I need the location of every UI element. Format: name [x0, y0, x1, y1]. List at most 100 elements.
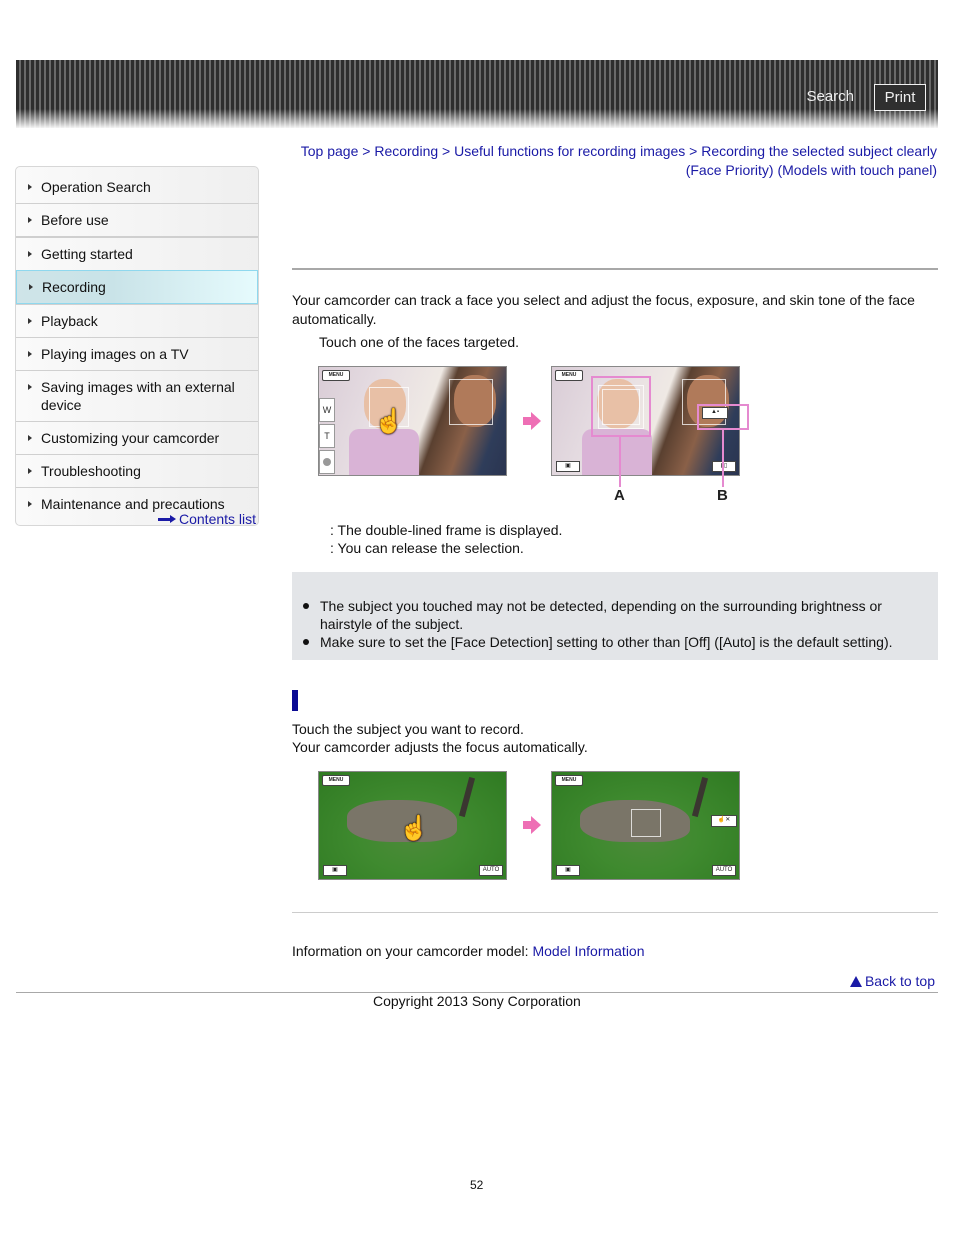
menu-button: MENU [555, 775, 583, 786]
playback-button: ▣ [323, 865, 347, 876]
record-button [319, 450, 335, 474]
arrow-right-icon [158, 515, 176, 523]
breadcrumb-top-page[interactable]: Top page [301, 143, 359, 159]
header-bar: Search Print [16, 60, 938, 128]
sidebar-item-label: Playing images on a TV [41, 346, 189, 362]
sidebar-item-label: Before use [41, 212, 109, 228]
playback-button: ▣ [556, 865, 580, 876]
back-to-top-link[interactable]: Back to top [849, 973, 935, 989]
camcorder-screen-cat-before: MENU ☝ ▣ AUTO [318, 771, 507, 880]
sidebar-item-label: Maintenance and precautions [41, 496, 225, 512]
back-to-top-label: Back to top [864, 973, 935, 989]
contents-list-link[interactable]: Contents list [158, 511, 256, 527]
record-dot-icon [323, 458, 331, 466]
subject-tracking-frame [631, 809, 661, 837]
sidebar-item-playing-on-tv[interactable]: Playing images on a TV [16, 337, 258, 370]
cat-tail [458, 776, 476, 818]
step-1-text: Touch one of the faces targeted. [319, 334, 520, 350]
content-divider [292, 912, 938, 913]
contents-list-label: Contents list [179, 511, 257, 527]
menu-button: MENU [322, 370, 350, 381]
breadcrumb: Top page > Recording > Useful functions … [292, 142, 937, 180]
sidebar-item-label: Saving images with an external device [41, 379, 235, 413]
zoom-w-button: W [319, 398, 335, 422]
triangle-right-icon [28, 435, 32, 441]
model-info-prefix: Information on your camcorder model: [292, 943, 533, 959]
intro-text: Your camcorder can track a face you sele… [292, 292, 915, 327]
legend-b: : You can release the selection. [330, 540, 524, 556]
section2-line1: Touch the subject you want to record. [292, 721, 524, 737]
sidebar-item-label: Operation Search [41, 179, 151, 195]
sidebar-item-label: Playback [41, 313, 98, 329]
breadcrumb-separator: > [685, 143, 702, 159]
camcorder-screen-before: MENU W T ☝ [318, 366, 507, 476]
note-text: The subject you touched may not be detec… [320, 598, 882, 632]
figure-legend: : The double-lined frame is displayed. :… [330, 521, 562, 557]
auto-mode-button: ▮▯ [712, 461, 736, 472]
auto-mode-button: AUTO [712, 865, 736, 876]
model-information-link[interactable]: Model Information [532, 943, 644, 959]
model-info-line: Information on your camcorder model: Mod… [292, 943, 645, 959]
callout-line-a [619, 435, 621, 487]
callout-frame-b [697, 404, 749, 430]
triangle-right-icon [29, 284, 33, 290]
sidebar-item-label: Getting started [41, 246, 133, 262]
sidebar-item-label: Troubleshooting [41, 463, 141, 479]
breadcrumb-useful-functions[interactable]: Useful functions for recording images [454, 143, 685, 159]
cat-tail [691, 776, 709, 818]
sidebar-item-recording[interactable]: Recording [16, 270, 258, 304]
face-frame-man [449, 379, 493, 425]
sidebar-item-troubleshooting[interactable]: Troubleshooting [16, 454, 258, 487]
callout-line-b [722, 428, 724, 487]
sidebar-nav: Operation Search Before use Getting star… [15, 166, 259, 526]
copyright-text: Copyright 2013 Sony Corporation [373, 993, 581, 1009]
note-text: Make sure to set the [Face Detection] se… [320, 634, 893, 650]
menu-button: MENU [555, 370, 583, 381]
breadcrumb-separator: > [438, 143, 455, 159]
touch-hand-icon: ☝ [374, 408, 404, 435]
triangle-up-icon [849, 975, 862, 987]
sidebar-item-before-use[interactable]: Before use [16, 203, 258, 236]
triangle-right-icon [28, 468, 32, 474]
bullet-icon [303, 639, 309, 645]
playback-button: ▣ [556, 461, 580, 472]
sidebar-item-operation-search[interactable]: Operation Search [16, 167, 258, 203]
face-priority-figure: MENU W T ☝ MENU ▲▪ ▣ ▮▯ A B [318, 366, 758, 506]
release-selection-button: ☝✕ [711, 815, 737, 827]
triangle-right-icon [28, 318, 32, 324]
sidebar-item-customizing[interactable]: Customizing your camcorder [16, 421, 258, 454]
callout-label-a: A [614, 487, 625, 504]
triangle-right-icon [28, 217, 32, 223]
section2-line2: Your camcorder adjusts the focus automat… [292, 739, 588, 755]
triangle-right-icon [28, 184, 32, 190]
auto-mode-button: AUTO [479, 865, 503, 876]
breadcrumb-recording[interactable]: Recording [374, 143, 438, 159]
section-heading-marker [292, 690, 298, 711]
breadcrumb-separator: > [358, 143, 375, 159]
title-divider [292, 268, 938, 270]
triangle-right-icon [28, 501, 32, 507]
triangle-right-icon [28, 351, 32, 357]
bullet-icon [303, 603, 309, 609]
callout-label-b: B [717, 487, 728, 504]
touch-hand-icon: ☝ [399, 815, 429, 842]
note-box: The subject you touched may not be detec… [292, 572, 938, 660]
triangle-right-icon [28, 251, 32, 257]
note-item: Make sure to set the [Face Detection] se… [292, 633, 938, 651]
legend-a: : The double-lined frame is displayed. [330, 522, 563, 538]
print-button[interactable]: Print [874, 84, 926, 111]
zoom-t-button: T [319, 424, 335, 448]
sidebar-item-getting-started[interactable]: Getting started [16, 236, 258, 270]
subject-tracking-figure: MENU ☝ ▣ AUTO MENU ☝✕ ▣ AUTO [318, 771, 758, 881]
note-item: The subject you touched may not be detec… [292, 597, 938, 633]
page-number: 52 [470, 1178, 484, 1192]
search-link[interactable]: Search [806, 88, 854, 105]
sidebar-item-label: Recording [42, 279, 106, 295]
sidebar-item-playback[interactable]: Playback [16, 304, 258, 337]
sidebar-item-saving-images[interactable]: Saving images with an external device [16, 370, 258, 421]
camcorder-screen-cat-after: MENU ☝✕ ▣ AUTO [551, 771, 740, 880]
sidebar-item-label: Customizing your camcorder [41, 430, 220, 446]
section2-text: Touch the subject you want to record. Yo… [292, 720, 588, 756]
breadcrumb-current-page[interactable]: Recording the selected subject clearly (… [686, 143, 937, 178]
triangle-right-icon [28, 384, 32, 390]
